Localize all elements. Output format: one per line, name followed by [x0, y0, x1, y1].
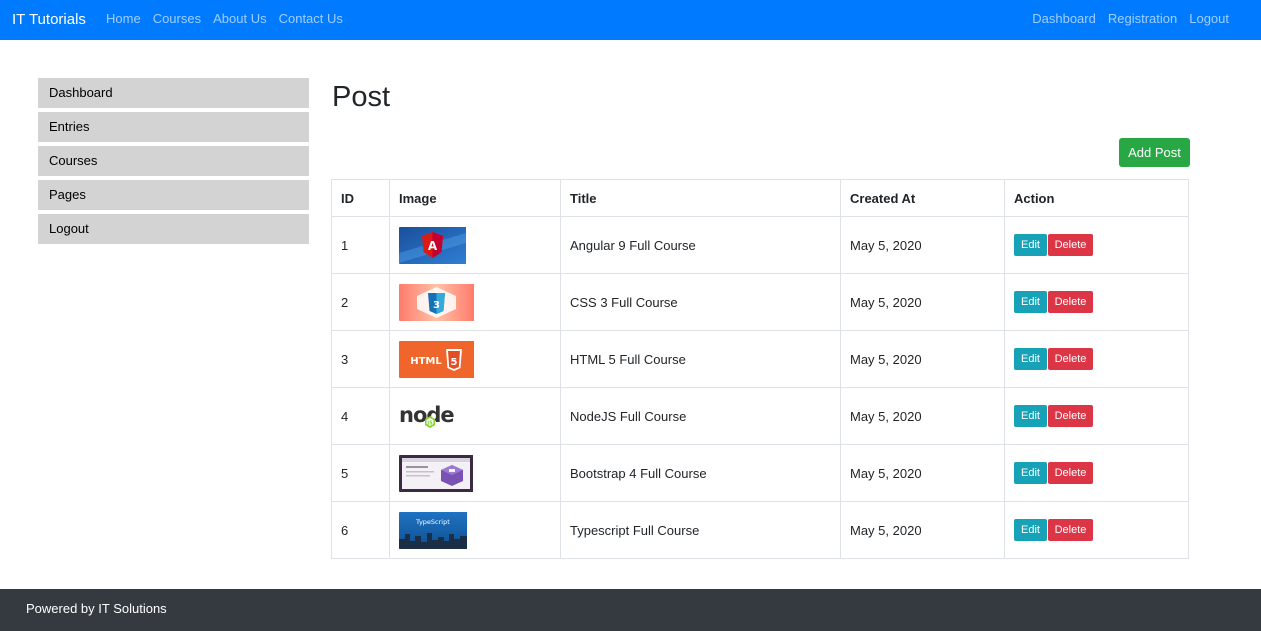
html5-thumbnail: HTML 5 [399, 340, 551, 378]
admin-sidebar: Dashboard Entries Courses Pages Logout [38, 78, 309, 248]
html5-thumbnail-text: HTML [410, 356, 442, 367]
posts-table: ID Image Title Created At Action 1 A Ang… [331, 179, 1189, 559]
nav-link-contact-us[interactable]: Contact Us [279, 11, 343, 27]
cell-id: 5 [331, 444, 390, 502]
cell-created-at: May 5, 2020 [840, 501, 1005, 559]
table-row: 6 TypeScript Typescript Full Course May … [331, 501, 1189, 559]
sidebar-item-dashboard[interactable]: Dashboard [38, 78, 309, 108]
edit-button[interactable]: Edit [1014, 291, 1047, 313]
cell-created-at: May 5, 2020 [840, 216, 1005, 274]
cell-image: 3 [389, 273, 561, 331]
nav-link-registration[interactable]: Registration [1108, 11, 1177, 27]
nodejs-thumbnail: node JS [399, 397, 551, 435]
cell-image: A [389, 216, 561, 274]
account-nav: Dashboard Registration Logout [1032, 11, 1229, 27]
column-header-title: Title [560, 179, 841, 217]
edit-button[interactable]: Edit [1014, 462, 1047, 484]
top-navbar: IT Tutorials Home Courses About Us Conta… [0, 0, 1261, 40]
cell-image [389, 444, 561, 502]
sidebar-item-courses[interactable]: Courses [38, 146, 309, 176]
cell-image: TypeScript [389, 501, 561, 559]
nav-link-logout[interactable]: Logout [1189, 11, 1229, 27]
page-title: Post [332, 81, 391, 113]
sidebar-item-entries[interactable]: Entries [38, 112, 309, 142]
bootstrap-thumbnail [399, 454, 551, 492]
cell-title: Bootstrap 4 Full Course [560, 444, 841, 502]
edit-button[interactable]: Edit [1014, 234, 1047, 256]
svg-text:5: 5 [451, 357, 458, 368]
column-header-created-at: Created At [840, 179, 1005, 217]
cell-action: Edit Delete [1004, 330, 1189, 388]
table-row: 1 A Angular 9 Full Course May 5, 2020 Ed… [331, 216, 1189, 274]
cell-action: Edit Delete [1004, 501, 1189, 559]
angular-thumbnail: A [399, 226, 551, 264]
delete-button[interactable]: Delete [1047, 348, 1094, 370]
sidebar-item-pages[interactable]: Pages [38, 180, 309, 210]
cell-created-at: May 5, 2020 [840, 330, 1005, 388]
cell-created-at: May 5, 2020 [840, 273, 1005, 331]
cell-created-at: May 5, 2020 [840, 444, 1005, 502]
nav-link-courses[interactable]: Courses [153, 11, 201, 27]
delete-button[interactable]: Delete [1047, 405, 1094, 427]
cell-id: 3 [331, 330, 390, 388]
column-header-action: Action [1004, 179, 1189, 217]
cell-title: Typescript Full Course [560, 501, 841, 559]
cell-action: Edit Delete [1004, 444, 1189, 502]
nav-link-about-us[interactable]: About Us [213, 11, 266, 27]
table-row: 3 HTML 5 HTML 5 Full Course May 5, 2020 … [331, 330, 1189, 388]
cell-id: 2 [331, 273, 390, 331]
cell-action: Edit Delete [1004, 387, 1189, 445]
svg-text:A: A [428, 239, 438, 253]
cell-id: 6 [331, 501, 390, 559]
cell-title: HTML 5 Full Course [560, 330, 841, 388]
edit-button[interactable]: Edit [1014, 405, 1047, 427]
page-footer: Powered by IT Solutions [0, 589, 1261, 631]
brand-logo[interactable]: IT Tutorials [12, 10, 86, 30]
delete-button[interactable]: Delete [1047, 291, 1094, 313]
nav-link-dashboard[interactable]: Dashboard [1032, 11, 1096, 27]
cell-created-at: May 5, 2020 [840, 387, 1005, 445]
table-row: 4 node JS NodeJS Full Course May 5, 2020… [331, 387, 1189, 445]
delete-button[interactable]: Delete [1047, 519, 1094, 541]
cell-title: CSS 3 Full Course [560, 273, 841, 331]
column-header-id: ID [331, 179, 390, 217]
cell-id: 1 [331, 216, 390, 274]
cell-title: NodeJS Full Course [560, 387, 841, 445]
table-row: 2 3 CSS 3 Full Course May 5, 2020 Edit D… [331, 273, 1189, 331]
cell-id: 4 [331, 387, 390, 445]
edit-button[interactable]: Edit [1014, 519, 1047, 541]
cell-action: Edit Delete [1004, 216, 1189, 274]
cell-image: HTML 5 [389, 330, 561, 388]
delete-button[interactable]: Delete [1047, 462, 1094, 484]
nav-link-home[interactable]: Home [106, 11, 141, 27]
column-header-image: Image [389, 179, 561, 217]
main-nav: Home Courses About Us Contact Us [106, 11, 343, 27]
svg-text:JS: JS [426, 420, 433, 426]
cell-title: Angular 9 Full Course [560, 216, 841, 274]
add-post-button[interactable]: Add Post [1119, 138, 1190, 167]
typescript-thumbnail-text: TypeScript [415, 518, 450, 526]
edit-button[interactable]: Edit [1014, 348, 1047, 370]
typescript-thumbnail: TypeScript [399, 511, 551, 549]
cell-image: node JS [389, 387, 561, 445]
cell-action: Edit Delete [1004, 273, 1189, 331]
footer-text: Powered by IT Solutions [26, 601, 167, 616]
table-row: 5 Bootstrap 4 Full Course May 5, 2020 Ed… [331, 444, 1189, 502]
sidebar-item-logout[interactable]: Logout [38, 214, 309, 244]
svg-text:3: 3 [433, 300, 440, 311]
delete-button[interactable]: Delete [1047, 234, 1094, 256]
table-header: ID Image Title Created At Action [331, 179, 1189, 217]
css3-thumbnail: 3 [399, 283, 551, 321]
